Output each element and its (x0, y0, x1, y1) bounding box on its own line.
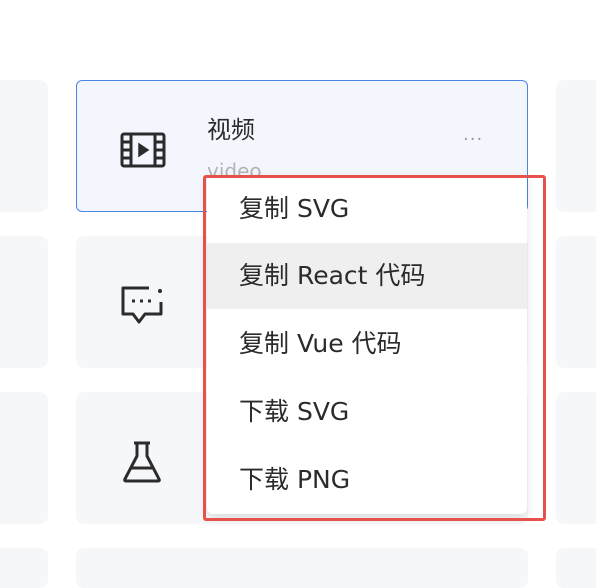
icon-card-left-1[interactable]: · (0, 80, 48, 212)
menu-item-copy-react[interactable]: 复制 React 代码 (207, 243, 527, 309)
icon-context-menu: 复制 SVG 复制 React 代码 复制 Vue 代码 下载 SVG 下载 P… (207, 176, 527, 514)
menu-item-copy-svg[interactable]: 复制 SVG (207, 176, 527, 242)
icon-card-right-4[interactable] (556, 548, 596, 588)
card-title: 视频 (207, 116, 255, 144)
chat-bubble-dots-icon (119, 284, 165, 326)
more-icon[interactable]: ··· (463, 131, 483, 149)
icon-card-left-4[interactable] (0, 548, 48, 588)
icon-card-bottom[interactable] (76, 548, 528, 588)
icon-card-right-2[interactable] (556, 236, 596, 368)
icon-card-left-2[interactable]: · (0, 236, 48, 368)
icon-card-right-1[interactable] (556, 80, 596, 212)
flask-icon (122, 440, 162, 484)
menu-item-download-svg[interactable]: 下载 SVG (207, 379, 527, 445)
icon-card-left-3[interactable]: · (0, 392, 48, 524)
film-play-icon (120, 132, 166, 168)
icon-card-right-3[interactable] (556, 392, 596, 524)
menu-item-copy-vue[interactable]: 复制 Vue 代码 (207, 311, 527, 377)
menu-item-download-png[interactable]: 下载 PNG (207, 447, 527, 513)
